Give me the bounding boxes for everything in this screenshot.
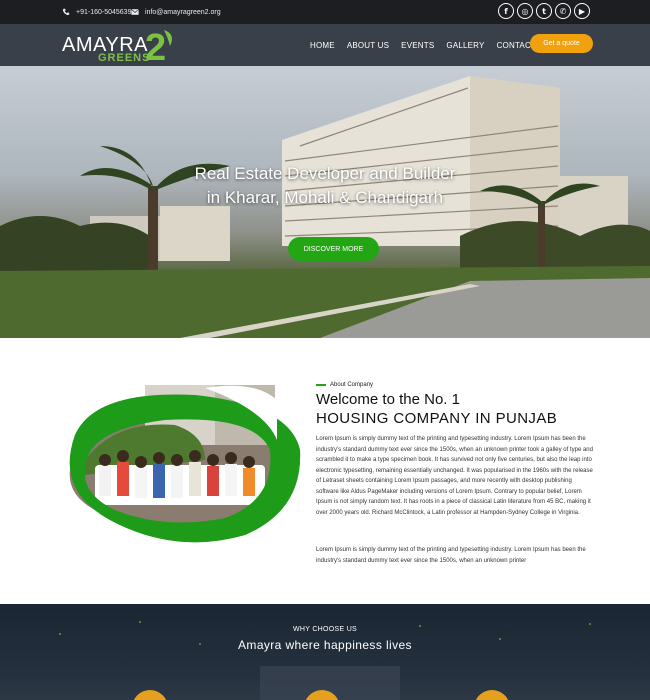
hero-title-line-1: Real Estate Developer and Builder bbox=[194, 164, 456, 183]
discover-more-button[interactable]: DISCOVER MORE bbox=[288, 237, 379, 261]
nav-menu: HOME ABOUT US EVENTS GALLERY CONTACT US bbox=[310, 24, 562, 66]
get-quote-button[interactable]: Get a quote bbox=[530, 34, 593, 53]
about-tag-label: About Company bbox=[330, 382, 374, 388]
about-photo-collage bbox=[66, 385, 301, 543]
about-section-tag: About Company bbox=[316, 382, 373, 388]
nav-item-events[interactable]: EVENTS bbox=[401, 41, 434, 50]
nav-item-about-us[interactable]: ABOUT US bbox=[347, 41, 389, 50]
about-paragraph-1: Lorem Ipsum is simply dummy text of the … bbox=[316, 436, 593, 516]
logo-numeral-mark: 2 bbox=[145, 28, 172, 64]
why-choose-us-section: WHY CHOOSE US Amayra where happiness liv… bbox=[0, 604, 650, 700]
mail-icon bbox=[131, 9, 139, 15]
about-heading-line-1: Welcome to the No. 1 bbox=[316, 391, 460, 408]
hero-banner: Real Estate Developer and Builder in Kha… bbox=[0, 66, 650, 338]
why-section-title: Amayra where happiness lives bbox=[238, 638, 412, 652]
instagram-icon[interactable]: ◎ bbox=[517, 3, 533, 19]
twitter-icon[interactable]: t bbox=[536, 3, 552, 19]
whatsapp-icon[interactable]: ✆ bbox=[555, 3, 571, 19]
site-logo[interactable]: AMAYRA GREENS 2 bbox=[62, 28, 177, 64]
about-paragraph-2: Lorem Ipsum is simply dummy text of the … bbox=[316, 547, 586, 564]
phone-icon bbox=[62, 8, 70, 16]
phone-contact[interactable]: +91-160-5045639 bbox=[62, 0, 131, 24]
why-background-image bbox=[59, 621, 591, 700]
facebook-icon[interactable]: f bbox=[498, 3, 514, 19]
why-section-tag: WHY CHOOSE US bbox=[292, 626, 358, 633]
phone-number: +91-160-5045639 bbox=[76, 8, 132, 16]
social-links: f ◎ t ✆ ▶ bbox=[498, 3, 590, 19]
nav-item-home[interactable]: HOME bbox=[310, 41, 335, 50]
tag-accent-bar bbox=[316, 384, 326, 386]
email-address: info@amayragreen2.org bbox=[145, 8, 221, 16]
nav-item-gallery[interactable]: GALLERY bbox=[446, 41, 484, 50]
logo-numeral: 2 bbox=[145, 28, 166, 64]
youtube-icon[interactable]: ▶ bbox=[574, 3, 590, 19]
hero-title-line-2: in Kharar, Mohali & Chandigarh bbox=[206, 188, 444, 207]
top-contact-bar: +91-160-5045639 info@amayragreen2.org f … bbox=[0, 0, 650, 24]
email-contact[interactable]: info@amayragreen2.org bbox=[131, 0, 221, 24]
about-heading-line-2: HOUSING COMPANY IN PUNJAB bbox=[316, 410, 558, 427]
